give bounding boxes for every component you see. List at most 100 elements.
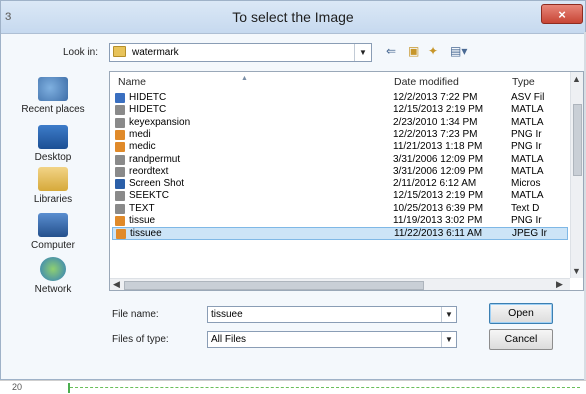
file-name-label: File name: <box>112 309 159 320</box>
place-label: Computer <box>31 240 75 251</box>
file-date-cell: 11/21/2013 1:18 PM <box>393 141 483 153</box>
desktop-icon <box>38 125 68 149</box>
file-name-cell: TEXT <box>129 202 155 214</box>
view-menu-icon[interactable]: ▤▾ <box>450 44 467 58</box>
file-list[interactable]: Name ▲ Date modified Type HIDETC 12/2/201… <box>109 71 584 291</box>
file-row[interactable]: HIDETC 12/2/2013 7:22 PM ASV Fil <box>112 92 568 104</box>
file-row[interactable]: medi 12/2/2013 7:23 PM PNG Ir <box>112 129 568 141</box>
file-date-cell: 12/2/2013 7:22 PM <box>393 92 478 103</box>
matlab-file-icon <box>115 191 125 202</box>
image-file-icon <box>115 216 125 226</box>
scroll-right-icon[interactable]: ▶ <box>556 279 563 290</box>
file-type-cell: MATLA <box>511 153 544 165</box>
up-folder-icon[interactable]: ▣ <box>408 44 419 58</box>
text-file-icon <box>115 203 125 214</box>
file-date-cell: 3/31/2006 12:09 PM <box>393 165 484 177</box>
recent-places-icon <box>38 77 68 101</box>
files-of-type-value: All Files <box>211 334 247 345</box>
image-file-icon <box>115 142 125 153</box>
vertical-scroll-thumb[interactable] <box>573 104 582 176</box>
matlab-file-icon <box>115 105 125 116</box>
file-name-cell: keyexpansion <box>129 116 191 128</box>
dialog-title: To select the Image <box>232 9 354 25</box>
file-type-cell: PNG Ir <box>511 128 542 140</box>
file-date-cell: 3/31/2006 12:09 PM <box>393 153 484 165</box>
file-name-cell: medic <box>129 141 156 153</box>
horizontal-scroll-thumb[interactable] <box>124 281 424 290</box>
file-row[interactable]: randpermut 3/31/2006 12:09 PM MATLA <box>112 154 568 166</box>
files-of-type-dropdown[interactable]: All Files ▼ <box>207 331 457 348</box>
title-bar[interactable]: ɜ To select the Image × <box>1 1 585 34</box>
cancel-button[interactable]: Cancel <box>489 329 553 350</box>
file-name-cell: reordtext <box>129 165 169 177</box>
file-name-cell: SEEKTC <box>129 190 170 202</box>
file-name-cell: Screen Shot <box>129 178 185 190</box>
file-type-cell: MATLA <box>511 165 544 177</box>
column-header-name[interactable]: Name <box>118 72 146 92</box>
file-row[interactable]: HIDETC 12/15/2013 2:19 PM MATLA <box>112 104 568 116</box>
place-libraries[interactable]: Libraries <box>3 167 103 205</box>
file-type-cell: PNG Ir <box>511 215 542 226</box>
dashed-divider <box>70 387 580 388</box>
place-label: Network <box>34 284 72 295</box>
file-type-cell: JPEG Ir <box>512 228 548 240</box>
file-date-cell: 11/22/2013 6:11 AM <box>394 228 483 240</box>
file-row[interactable]: reordtext 3/31/2006 12:09 PM MATLA <box>112 166 568 178</box>
file-type-cell: MATLA <box>511 190 544 202</box>
folder-icon <box>113 46 126 57</box>
file-name-input[interactable]: tissuee ▼ <box>207 306 457 323</box>
look-in-dropdown[interactable]: watermark ▼ <box>109 43 372 62</box>
file-type-cell: MATLA <box>511 104 544 116</box>
scroll-down-icon[interactable]: ▼ <box>572 266 581 276</box>
scroll-up-icon[interactable]: ▲ <box>572 74 581 84</box>
file-name-cell: randpermut <box>129 153 181 165</box>
file-type-cell: Micros <box>511 178 541 190</box>
file-name-cell: HIDETC <box>129 104 167 116</box>
look-in-label: Look in: <box>63 47 99 58</box>
chevron-down-icon[interactable]: ▼ <box>441 307 456 322</box>
place-label: Desktop <box>34 152 72 163</box>
file-row[interactable]: Screen Shot 2/11/2012 6:12 AM Micros <box>112 178 568 190</box>
file-name-cell: medi <box>129 128 151 140</box>
file-open-dialog: ɜ To select the Image × Look in: waterma… <box>0 0 586 380</box>
file-name-cell: tissuee <box>130 228 162 240</box>
place-computer[interactable]: Computer <box>3 213 103 251</box>
chevron-down-icon[interactable]: ▼ <box>354 44 371 61</box>
open-button[interactable]: Open <box>489 303 553 324</box>
file-row[interactable]: TEXT 10/25/2013 6:39 PM Text D <box>112 203 568 215</box>
new-folder-icon[interactable]: ✦ <box>428 44 438 58</box>
computer-icon <box>38 213 68 237</box>
look-in-value: watermark <box>132 47 179 58</box>
place-network[interactable]: Network <box>3 257 103 295</box>
file-row[interactable]: SEEKTC 12/15/2013 2:19 PM MATLA <box>112 190 568 202</box>
file-type-cell: MATLA <box>511 116 544 128</box>
file-row[interactable]: tissue 11/19/2013 3:02 PM PNG Ir <box>112 215 568 227</box>
column-header-type[interactable]: Type <box>512 72 535 92</box>
chevron-down-icon[interactable]: ▼ <box>441 332 456 347</box>
file-date-cell: 12/15/2013 2:19 PM <box>393 190 484 202</box>
file-row[interactable]: tissuee 11/22/2013 6:11 AM JPEG Ir <box>112 227 568 240</box>
file-row[interactable]: keyexpansion 2/23/2010 1:34 PM MATLA <box>112 117 568 129</box>
image-file-icon <box>115 129 125 140</box>
scroll-left-icon[interactable]: ◀ <box>113 279 120 290</box>
file-date-cell: 2/11/2012 6:12 AM <box>393 178 477 190</box>
file-date-cell: 11/19/2013 3:02 PM <box>393 215 483 226</box>
file-date-cell: 2/23/2010 1:34 PM <box>393 116 478 128</box>
place-recent-places[interactable]: Recent places <box>3 77 103 115</box>
sort-ascending-icon: ▲ <box>241 75 248 82</box>
close-button[interactable]: × <box>541 4 583 24</box>
file-row[interactable]: medic 11/21/2013 1:18 PM PNG Ir <box>112 141 568 153</box>
files-of-type-label: Files of type: <box>112 334 169 345</box>
image-file-icon <box>116 229 126 240</box>
vertical-scrollbar[interactable]: ▲ ▼ <box>570 72 583 278</box>
column-header-date[interactable]: Date modified <box>394 72 459 92</box>
matlab-file-icon <box>115 117 125 128</box>
file-date-cell: 10/25/2013 6:39 PM <box>393 202 484 214</box>
background-editor-strip: 20 <box>0 380 586 394</box>
back-arrow-icon[interactable]: ⇐ <box>386 44 396 58</box>
file-type-cell: ASV Fil <box>511 92 545 103</box>
place-desktop[interactable]: Desktop <box>3 125 103 163</box>
file-date-cell: 12/2/2013 7:23 PM <box>393 128 478 140</box>
horizontal-scrollbar[interactable]: ◀ ▶ <box>110 278 570 290</box>
line-number: 20 <box>12 382 23 392</box>
